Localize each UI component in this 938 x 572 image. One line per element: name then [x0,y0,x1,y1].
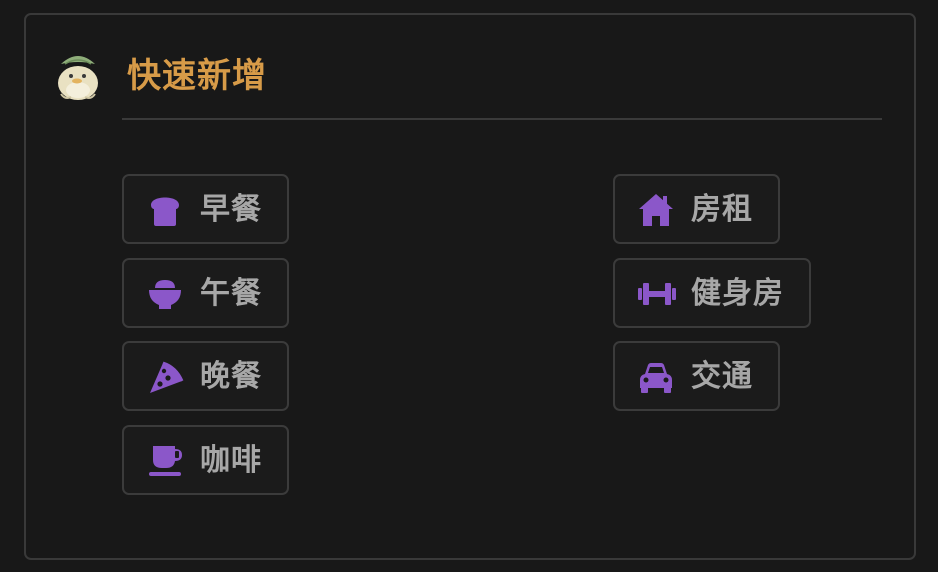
bread-icon [146,191,184,229]
quick-add-dinner-button[interactable]: 晚餐 [122,341,289,411]
button-label: 咖啡 [200,443,262,478]
quick-add-breakfast-button[interactable]: 早餐 [122,174,289,244]
dumbbell-icon [637,275,676,313]
quick-add-rent-button[interactable]: 房租 [613,174,780,244]
coffee-cup-icon [146,442,184,480]
quick-add-transport-button[interactable]: 交通 [613,341,780,411]
button-label: 晚餐 [200,359,262,394]
button-label: 早餐 [200,192,262,227]
car-icon [637,358,675,396]
button-label: 交通 [691,359,753,394]
rice-bowl-icon [146,275,184,313]
quick-add-lunch-button[interactable]: 午餐 [122,258,289,328]
button-label: 健身房 [691,276,784,311]
panel-title: 快速新增 [127,56,267,96]
duck-mascot-icon [53,50,103,102]
divider [122,118,882,120]
button-label: 午餐 [200,276,262,311]
button-label: 房租 [691,192,753,227]
quick-add-coffee-button[interactable]: 咖啡 [122,425,289,495]
house-icon [637,191,675,229]
pizza-slice-icon [146,358,184,396]
quick-add-gym-button[interactable]: 健身房 [613,258,811,328]
